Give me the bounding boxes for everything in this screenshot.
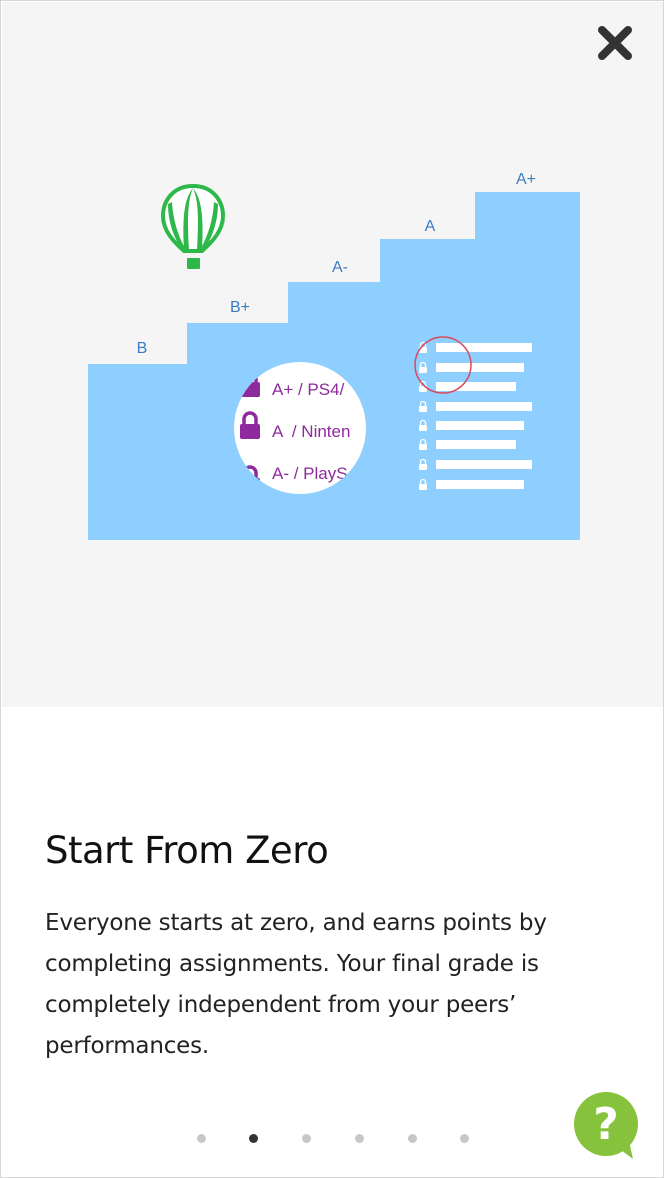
step-label-a-plus: A+ [516, 171, 536, 188]
page-dot-2-active[interactable] [249, 1134, 258, 1143]
step-label-b-plus: B+ [230, 299, 250, 316]
page-dot-4[interactable] [355, 1134, 364, 1143]
magnifier-row-3: A- / PlayS [272, 464, 348, 483]
page-dot-3[interactable] [302, 1134, 311, 1143]
magnifier-row-2: A / Ninten [272, 422, 350, 441]
slide-body: Everyone starts at zero, and earns point… [45, 910, 547, 1059]
page-dot-5[interactable] [408, 1134, 417, 1143]
pagination-dots [1, 1134, 663, 1146]
step-label-b: B [137, 340, 148, 357]
onboarding-card: B B+ A- A A+ A+ / PS4/ A / Ninten A- / P… [0, 0, 664, 1178]
illustration-panel: B B+ A- A A+ A+ / PS4/ A / Ninten A- / P… [2, 2, 663, 707]
help-icon[interactable]: ? [573, 1091, 643, 1161]
grade-stairs-illustration: B B+ A- A A+ A+ / PS4/ A / Ninten A- / P… [88, 171, 580, 540]
step-label-a-minus: A- [332, 259, 348, 276]
page-dot-6[interactable] [460, 1134, 469, 1143]
step-label-a: A [425, 218, 436, 235]
help-glyph: ? [593, 1099, 619, 1150]
slide-title: Start From Zero [45, 829, 329, 872]
balloon-icon [160, 183, 226, 269]
close-icon[interactable] [594, 22, 636, 64]
magnifier: A+ / PS4/ A / Ninten A- / PlayS [234, 362, 366, 494]
magnifier-row-1: A+ / PS4/ [272, 380, 345, 399]
page-dot-1[interactable] [197, 1134, 206, 1143]
